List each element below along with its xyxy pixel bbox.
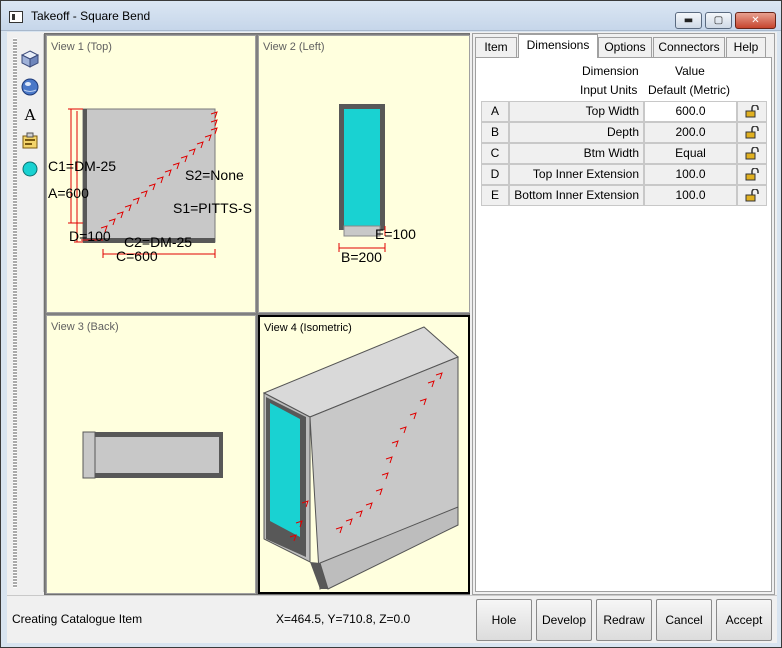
dim-s2: S2=None [185, 167, 244, 183]
depth-value[interactable]: 200.0 [644, 122, 737, 143]
dimensions-tab-body: Dimension Value Input Units Default (Met… [475, 57, 772, 592]
dimension-row-a: A Top Width 600.0 [481, 101, 767, 122]
dimension-row-c: C Btm Width Equal [481, 143, 767, 164]
globe-icon[interactable] [20, 76, 40, 98]
cyan-ellipse-icon[interactable] [20, 158, 40, 180]
lock-icon[interactable] [737, 185, 767, 206]
row-key: E [481, 185, 509, 206]
row-key: C [481, 143, 509, 164]
lock-icon[interactable] [737, 122, 767, 143]
dimension-row-e: E Bottom Inner Extension 100.0 [481, 185, 767, 206]
properties-panel: Item Dimensions Options Connectors Help … [472, 33, 775, 595]
row-name: Depth [509, 122, 644, 143]
top-inner-extension-value[interactable]: 100.0 [644, 164, 737, 185]
tab-connectors[interactable]: Connectors [653, 37, 725, 57]
cancel-button[interactable]: Cancel [656, 599, 712, 641]
bottom-inner-extension-value[interactable]: 100.0 [644, 185, 737, 206]
lock-icon[interactable] [737, 101, 767, 122]
hole-button[interactable]: Hole [476, 599, 532, 641]
view-isometric[interactable]: View 4 (Isometric) [258, 315, 470, 594]
row-name: Btm Width [509, 143, 644, 164]
left-view-drawing: E=100 B=200 [338, 104, 416, 265]
row-key: B [481, 122, 509, 143]
dimension-row-d: D Top Inner Extension 100.0 [481, 164, 767, 185]
vertical-toolbar: A [10, 34, 44, 592]
dim-s1: S1=PITTS-S [173, 200, 252, 216]
text-glyph: A [24, 106, 36, 124]
toolbar-grip[interactable] [13, 38, 17, 588]
input-units-value[interactable]: Default (Metric) [648, 83, 730, 97]
isometric-view-drawing [262, 326, 459, 590]
top-view-drawing: C1=DM-25 A=600 S2=None S1=PITTS-S D=100 … [48, 108, 252, 264]
minimize-button[interactable]: ▬ [675, 12, 702, 29]
develop-button[interactable]: Develop [536, 599, 592, 641]
back-view-drawing [82, 431, 223, 479]
row-name: Top Width [509, 101, 644, 122]
dim-b: B=200 [341, 249, 382, 265]
dimension-row-b: B Depth 200.0 [481, 122, 767, 143]
tab-options[interactable]: Options [598, 37, 652, 57]
view-back[interactable]: View 3 (Back) [46, 315, 256, 594]
tab-dimensions[interactable]: Dimensions [518, 34, 598, 58]
dimension-column-header: Dimension [582, 64, 639, 78]
status-bar: Creating Catalogue Item X=464.5, Y=710.8… [7, 595, 777, 643]
properties-icon[interactable] [20, 130, 40, 152]
client-area: A View 1 (Top) C1=DM-25 A=600 S2=None S1… [7, 32, 777, 643]
row-key: D [481, 164, 509, 185]
tab-item[interactable]: Item [475, 37, 517, 57]
lock-icon[interactable] [737, 143, 767, 164]
app-icon [9, 11, 23, 23]
maximize-button[interactable]: ▢ [705, 12, 732, 29]
row-name: Bottom Inner Extension [509, 185, 644, 206]
close-button[interactable]: ✕ [735, 12, 776, 29]
row-name: Top Inner Extension [509, 164, 644, 185]
redraw-button[interactable]: Redraw [596, 599, 652, 641]
accept-button[interactable]: Accept [716, 599, 772, 641]
dim-d: D=100 [69, 228, 111, 244]
tab-help[interactable]: Help [726, 37, 766, 57]
tab-bar: Item Dimensions Options Connectors Help [475, 34, 773, 58]
cube-icon[interactable] [20, 48, 40, 70]
input-units-label: Input Units [580, 83, 638, 97]
dim-e: E=100 [375, 226, 416, 242]
cursor-coordinates: X=464.5, Y=710.8, Z=0.0 [276, 612, 411, 626]
row-key: A [481, 101, 509, 122]
title-bar: Takeoff - Square Bend ▬ ▢ ✕ [1, 1, 781, 31]
lock-icon[interactable] [737, 164, 767, 185]
dim-c1: C1=DM-25 [48, 158, 116, 174]
dim-c: C=600 [116, 248, 158, 264]
dim-a: A=600 [48, 185, 89, 201]
view-left[interactable]: View 2 (Left) E=100 B=200 [258, 35, 470, 313]
text-icon[interactable]: A [20, 104, 40, 126]
takeoff-window: Takeoff - Square Bend ▬ ▢ ✕ A View 1 (To… [0, 0, 782, 648]
btm-width-value[interactable]: Equal [644, 143, 737, 164]
view-top[interactable]: View 1 (Top) C1=DM-25 A=600 S2=None S1=P… [46, 35, 256, 313]
window-title: Takeoff - Square Bend [31, 9, 151, 23]
viewport-grid: View 1 (Top) C1=DM-25 A=600 S2=None S1=P… [44, 33, 470, 595]
top-width-value[interactable]: 600.0 [644, 101, 737, 122]
value-column-header: Value [675, 64, 705, 78]
status-message: Creating Catalogue Item [12, 612, 143, 626]
